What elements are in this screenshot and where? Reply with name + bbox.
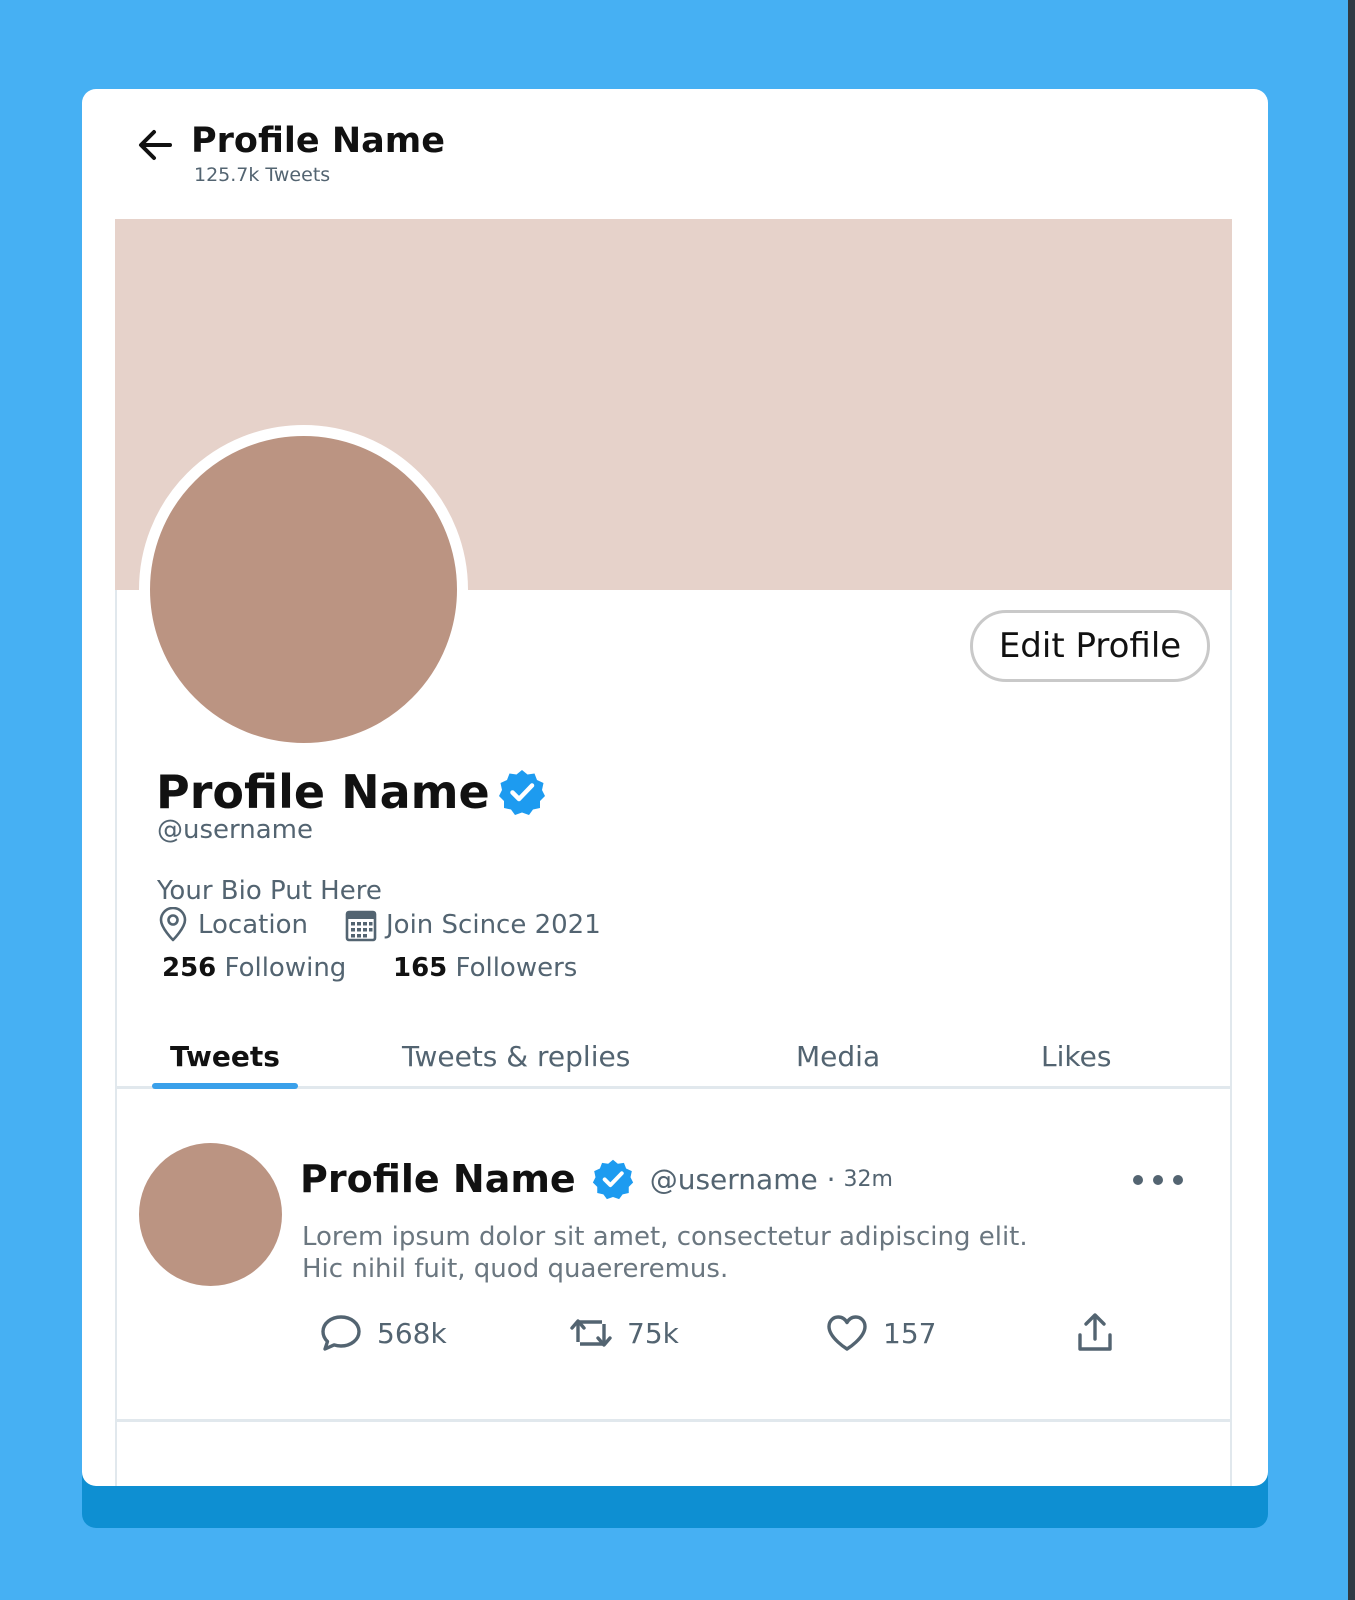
edit-profile-button[interactable]: Edit Profile	[970, 610, 1210, 682]
tweet-actions: 568k 75k 157	[319, 1311, 1199, 1361]
tab-media[interactable]: Media	[796, 1040, 880, 1073]
tweet-timestamp: 32m	[843, 1166, 893, 1192]
retweet-icon	[569, 1311, 613, 1355]
header-title: Profile Name	[191, 121, 445, 161]
joined-item: Join Scince 2021	[345, 907, 601, 943]
profile-tabs: Tweets Tweets & replies Media Likes	[117, 1024, 1230, 1089]
tweet-header: Profile Name @username · 32m	[300, 1157, 893, 1201]
tweet-avatar[interactable]	[139, 1143, 282, 1286]
page-edge	[1348, 0, 1355, 1600]
share-icon	[1073, 1311, 1117, 1355]
tab-tweets-replies[interactable]: Tweets & replies	[402, 1040, 630, 1073]
like-count: 157	[883, 1316, 937, 1350]
profile-name: Profile Name	[156, 765, 490, 819]
like-button[interactable]: 157	[825, 1311, 936, 1355]
retweet-button[interactable]: 75k	[569, 1311, 679, 1355]
profile-name-row: Profile Name	[156, 765, 546, 819]
tweet-author-name[interactable]: Profile Name	[300, 1157, 576, 1201]
active-tab-indicator	[152, 1083, 298, 1089]
verified-badge-icon	[592, 1158, 634, 1200]
heart-icon	[825, 1311, 869, 1355]
reply-button[interactable]: 568k	[319, 1311, 447, 1355]
retweet-count: 75k	[627, 1316, 679, 1350]
profile-handle: @username	[157, 815, 313, 845]
calendar-icon	[345, 907, 377, 943]
followers-link[interactable]: 165 Followers	[393, 953, 577, 983]
tab-likes[interactable]: Likes	[1041, 1040, 1111, 1073]
profile-card: Profile Name 125.7k Tweets Edit Profile …	[82, 89, 1268, 1486]
back-arrow-icon[interactable]	[138, 129, 172, 161]
reply-icon	[319, 1311, 363, 1355]
location-text: Location	[198, 910, 308, 940]
more-options-icon[interactable]	[1132, 1171, 1184, 1189]
tab-tweets[interactable]: Tweets	[170, 1040, 280, 1073]
followers-count: 165	[393, 953, 448, 983]
tweet-author-handle[interactable]: @username ·	[650, 1163, 836, 1196]
tweet-divider	[117, 1419, 1230, 1422]
share-button[interactable]	[1073, 1311, 1117, 1355]
joined-text: Join Scince 2021	[386, 910, 601, 940]
location-item: Location	[157, 907, 308, 943]
following-count: 256	[162, 953, 217, 983]
map-pin-icon	[157, 907, 189, 943]
tweet-text-line-2: Hic nihil fuit, quod quaereremus.	[302, 1254, 729, 1284]
reply-count: 568k	[377, 1316, 447, 1350]
following-label: Following	[224, 953, 347, 983]
profile-bio: Your Bio Put Here	[157, 876, 382, 906]
profile-avatar[interactable]	[139, 425, 468, 754]
verified-badge-icon	[498, 768, 546, 816]
tweet-body: Lorem ipsum dolor sit amet, consectetur …	[302, 1221, 1182, 1285]
following-link[interactable]: 256 Following	[162, 953, 346, 983]
followers-label: Followers	[455, 953, 578, 983]
header-tweet-count: 125.7k Tweets	[194, 164, 331, 186]
tweet-text-line-1: Lorem ipsum dolor sit amet, consectetur …	[302, 1222, 1028, 1252]
